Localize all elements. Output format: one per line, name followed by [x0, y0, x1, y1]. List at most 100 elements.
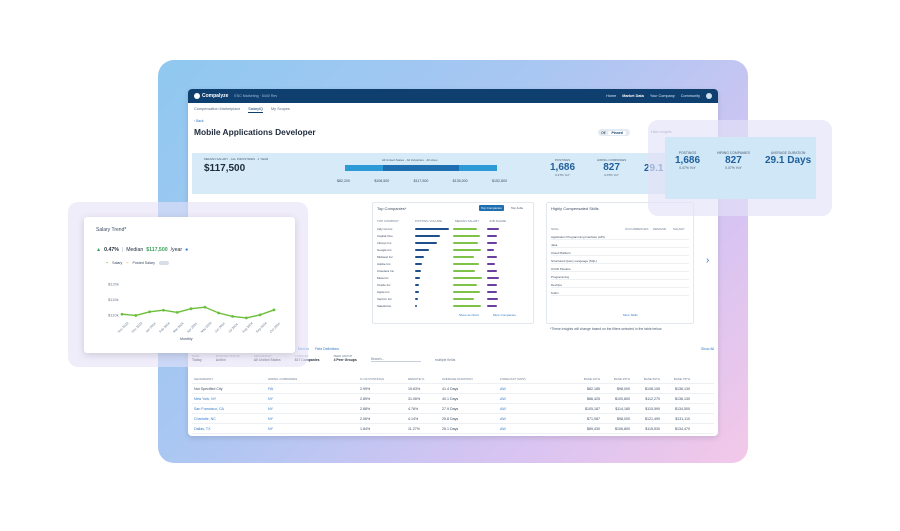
col-base-75[interactable]: BASE 75TH — [660, 377, 690, 381]
company-row[interactable]: Salesforce — [377, 303, 527, 308]
company-row[interactable]: Oracle Inc — [377, 282, 527, 287]
cell-geo[interactable]: New York, NY — [192, 397, 268, 401]
company-row[interactable]: Google Inc — [377, 247, 527, 252]
col-base-10[interactable]: BASE 10TH — [570, 377, 600, 381]
nav-home[interactable]: Home — [606, 94, 616, 98]
company-row[interactable]: Cloudera Inc — [377, 268, 527, 273]
company-row[interactable]: Midwest Inc — [377, 254, 527, 259]
table-row[interactable]: San Francisco, CA NY 2.88% 4.76% 27.9 Days ΔW… — [192, 404, 714, 414]
salary-point[interactable] — [134, 314, 138, 317]
top-companies-button[interactable]: Top Companies — [479, 205, 504, 211]
company-row[interactable]: Infosys Inc — [377, 240, 527, 245]
col-base-50[interactable]: BASE 50TH — [630, 377, 660, 381]
col-forecast[interactable]: FORECAST (MVP) — [500, 377, 570, 381]
table-row[interactable]: Not Specified City FAI 2.99% 19.63% 41.4 Day… — [192, 384, 714, 394]
cell-geo[interactable]: Not Specified City — [192, 387, 268, 391]
show-as-chart-link[interactable]: Show as Chart — [459, 313, 479, 317]
x-tick-label: Oct 2024 — [269, 322, 281, 334]
pin-toggle[interactable]: Off Pinned — [598, 129, 630, 136]
company-row[interactable]: Adobe Inc — [377, 261, 527, 266]
field-definitions-link[interactable]: Field Definitions — [315, 347, 339, 351]
salary-point[interactable] — [272, 308, 276, 312]
cell-b10: $82,185 — [587, 386, 600, 391]
cell-companies[interactable]: FAI — [268, 387, 360, 391]
duration-stat-zoom: AVERAGE DURATION 29.1 Days — [765, 151, 811, 166]
main-nav: Home Market Data Your Company Community — [606, 93, 712, 99]
cell-fc[interactable]: ΔW — [500, 427, 570, 431]
company-row[interactable]: Meta Inc — [377, 275, 527, 280]
company-name: Apple Inc — [377, 289, 390, 294]
tab-my-scopes[interactable]: My Scopes — [271, 107, 290, 113]
skill-row[interactable]: Programming — [551, 274, 689, 280]
table-row[interactable]: Dallas, TX NY 1.84% 11.27% 25.1 Days ΔW $89,43… — [192, 424, 714, 434]
peer-filter[interactable]: PEER GROUP 4 Peer Groups — [334, 354, 357, 362]
chevron-right-icon[interactable]: › — [706, 255, 709, 266]
salary-range-bar — [345, 165, 497, 171]
search-input[interactable]: Search... — [370, 357, 421, 362]
skill-row[interactable]: CI/CD Pipeline — [551, 266, 689, 272]
col-pct-postings[interactable]: % OF POSTINGS — [360, 377, 408, 381]
table-row[interactable]: Charlotte, NC NY 2.06% 4.14% 25.8 Days ΔW $71,… — [192, 414, 714, 424]
cell-geo[interactable]: Charlotte, NC — [192, 417, 268, 421]
salary-point[interactable] — [244, 316, 248, 320]
toggle-pinned[interactable]: Pinned — [608, 130, 626, 135]
cell-companies[interactable]: NY — [268, 417, 360, 421]
table-row[interactable]: New York, NY NY 2.89% 31.06% 40.1 Days ΔW $86,… — [192, 394, 714, 404]
nav-community[interactable]: Community — [681, 94, 700, 98]
nav-your-company[interactable]: Your Company — [650, 94, 675, 98]
show-all-link[interactable]: Show All — [701, 347, 714, 351]
skill-row[interactable]: Structured Query Language (SQL) — [551, 258, 689, 264]
more-companies-link[interactable]: More Companies — [493, 313, 516, 317]
cell-fc[interactable]: ΔW — [500, 417, 570, 421]
nav-market-data[interactable]: Market Data — [622, 94, 644, 98]
col-avg-duration[interactable]: AVERAGE DURATION — [442, 377, 500, 381]
cell-b75: $136,130 — [675, 386, 690, 391]
multiple-fields-select[interactable]: multiple fields — [435, 358, 456, 362]
salary-point[interactable] — [258, 313, 262, 317]
cell-companies[interactable]: NY — [268, 407, 360, 411]
salary-point[interactable] — [231, 314, 234, 318]
salary-point[interactable] — [203, 305, 207, 309]
skill-row[interactable]: Application Programming Interface (API) — [551, 234, 689, 240]
more-skills-link[interactable]: More Skills — [623, 313, 638, 317]
company-row[interactable]: Indy Go Inc — [377, 226, 527, 231]
col-remote[interactable]: REMOTE % — [408, 377, 442, 381]
skill-name: Application Programming Interface (API) — [551, 234, 605, 239]
col-base-25[interactable]: BASE 25TH — [600, 377, 630, 381]
user-avatar[interactable] — [706, 93, 712, 99]
top-jobs-button[interactable]: Top Jobs — [511, 206, 523, 210]
company-row[interactable]: Capital One — [377, 233, 527, 238]
cell-fc[interactable]: ΔW — [500, 407, 570, 411]
cell-fc[interactable]: ΔW — [500, 387, 570, 391]
toggle-off[interactable]: Off — [598, 131, 608, 135]
cell-geo[interactable]: San Francisco, CA — [192, 407, 268, 411]
job-share-bar — [486, 304, 498, 307]
cell-companies[interactable]: NY — [268, 397, 360, 401]
company-name: Google Inc — [377, 247, 392, 252]
skill-row[interactable]: Kotlin — [551, 290, 689, 296]
salary-point[interactable] — [175, 310, 179, 314]
company-row[interactable]: Verizon Inc — [377, 296, 527, 301]
cell-geo[interactable]: Dallas, TX — [192, 427, 268, 431]
skill-row[interactable]: DevOps — [551, 282, 689, 288]
col-hiring-companies[interactable]: HIRING COMPANIES — [268, 377, 360, 381]
salary-point[interactable] — [148, 310, 152, 314]
company-row[interactable]: Apple Inc — [377, 289, 527, 294]
tab-salaryiq[interactable]: SalaryIQ — [248, 107, 264, 113]
cell-companies[interactable]: NY — [268, 427, 360, 431]
app-logo[interactable]: Compalyze — [194, 93, 228, 99]
back-link[interactable]: ‹ Back — [194, 119, 204, 123]
tab-compensation-marketplace[interactable]: Compensation Marketplace — [194, 107, 240, 113]
skill-row[interactable]: Java — [551, 242, 689, 248]
salary-point[interactable] — [189, 307, 193, 311]
x-tick-label: May 2024 — [200, 321, 213, 334]
col-geography[interactable]: GEOGRAPHY — [192, 377, 268, 381]
company-name: Infosys Inc — [377, 240, 392, 245]
salary-point[interactable] — [217, 311, 221, 315]
skill-row[interactable]: Cloud Platform — [551, 250, 689, 256]
col-job-share: JOB SHARE — [489, 219, 507, 223]
salary-tick: $135,000 — [452, 179, 468, 183]
salary-point[interactable] — [120, 312, 124, 316]
salary-point[interactable] — [162, 308, 165, 312]
cell-fc[interactable]: ΔW — [500, 397, 570, 401]
